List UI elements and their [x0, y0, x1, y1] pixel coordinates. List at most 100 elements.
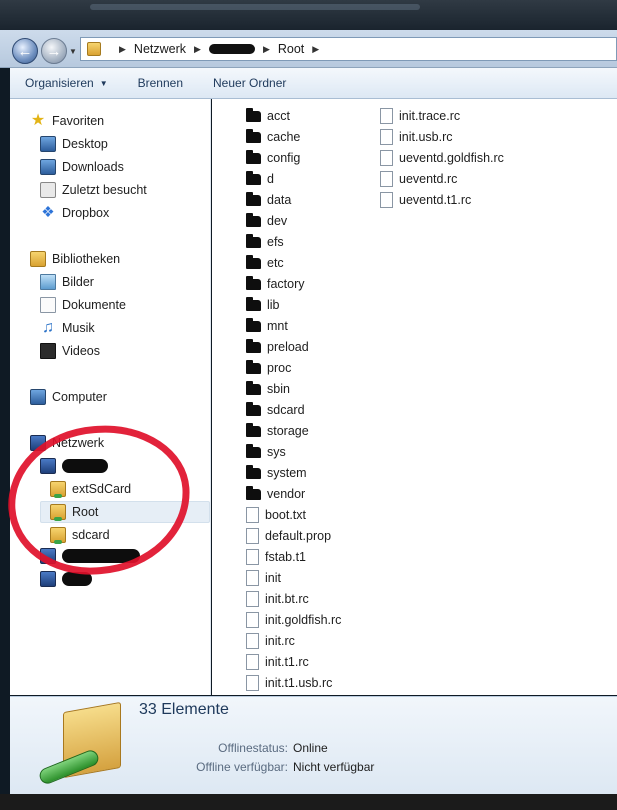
sidebar-item-sdcard[interactable]: sdcard: [50, 524, 110, 546]
download-icon: [40, 159, 56, 175]
redacted-device-name[interactable]: [208, 44, 255, 54]
folder-item[interactable]: data: [246, 189, 291, 210]
folder-item[interactable]: factory: [246, 273, 305, 294]
folder-item[interactable]: d: [246, 168, 274, 189]
sidebar-item-downloads[interactable]: Downloads: [40, 156, 124, 178]
folder-item[interactable]: storage: [246, 420, 309, 441]
offline-availability-value: Nicht verfügbar: [293, 760, 375, 774]
recent-pages-dropdown[interactable]: ▼: [69, 47, 77, 56]
sidebar-favorites-label: Favoriten: [52, 114, 105, 128]
folder-icon: [246, 423, 261, 437]
sidebar-item-root[interactable]: Root: [50, 501, 98, 523]
sidebar-favorites[interactable]: ★ Favoriten: [30, 110, 104, 132]
folder-item[interactable]: proc: [246, 357, 291, 378]
sidebar-item-extsdcard[interactable]: extSdCard: [50, 478, 131, 500]
command-bar: Organisieren ▼ Brennen Neuer Ordner: [10, 68, 617, 99]
folder-icon: [87, 42, 101, 56]
folder-item[interactable]: sys: [246, 441, 286, 462]
file-name: fstab.t1: [265, 549, 306, 564]
chevron-right-icon[interactable]: ▶: [312, 44, 319, 55]
file-item[interactable]: init.bt.rc: [246, 588, 309, 609]
sidebar-item-dropbox[interactable]: ❖ Dropbox: [40, 202, 109, 224]
shared-folder-icon: [50, 481, 66, 498]
back-button[interactable]: ←: [12, 38, 38, 64]
file-item[interactable]: ueventd.t1.rc: [380, 189, 471, 210]
file-name: preload: [267, 339, 309, 354]
file-item[interactable]: boot.txt: [246, 504, 306, 525]
file-list[interactable]: acct cache config d data dev efs etc fac…: [212, 99, 617, 695]
folder-icon: [246, 129, 261, 143]
file-icon: [380, 128, 393, 145]
file-item[interactable]: init.rc: [246, 630, 295, 651]
folder-item[interactable]: efs: [246, 231, 284, 252]
new-folder-button[interactable]: Neuer Ordner: [198, 68, 301, 98]
file-item[interactable]: init.goldfish.rc: [246, 609, 341, 630]
folder-icon: [246, 297, 261, 311]
folder-item[interactable]: cache: [246, 126, 300, 147]
folder-item[interactable]: lib: [246, 294, 280, 315]
file-item[interactable]: init.t1.rc: [246, 651, 309, 672]
folder-item[interactable]: vendor: [246, 483, 305, 504]
sidebar-computer[interactable]: Computer: [30, 386, 107, 408]
file-icon: [246, 506, 259, 523]
sidebar-libraries[interactable]: Bibliotheken: [30, 248, 120, 270]
folder-item[interactable]: mnt: [246, 315, 288, 336]
sidebar-item-redacted-device[interactable]: [40, 545, 140, 567]
sidebar-item-videos[interactable]: Videos: [40, 340, 100, 362]
folder-item[interactable]: system: [246, 462, 307, 483]
file-item[interactable]: ueventd.goldfish.rc: [380, 147, 504, 168]
sidebar-item-label: sdcard: [72, 528, 110, 542]
file-name: default.prop: [265, 528, 332, 543]
file-item[interactable]: default.prop: [246, 525, 331, 546]
folder-item[interactable]: sbin: [246, 378, 290, 399]
sidebar-item-redacted-device[interactable]: [40, 568, 92, 590]
sidebar-network[interactable]: Netzwerk: [30, 432, 104, 454]
file-name: boot.txt: [265, 507, 306, 522]
chevron-right-icon[interactable]: ▶: [263, 44, 270, 55]
forward-button[interactable]: →: [41, 38, 67, 64]
file-name: data: [267, 192, 292, 207]
folder-icon: [246, 171, 261, 185]
computer-icon: [30, 389, 46, 405]
burn-button[interactable]: Brennen: [123, 68, 198, 98]
folder-item[interactable]: etc: [246, 252, 284, 273]
sidebar-item-desktop[interactable]: Desktop: [40, 133, 108, 155]
sidebar-libraries-label: Bibliotheken: [52, 252, 121, 266]
sidebar-item-recent[interactable]: Zuletzt besucht: [40, 179, 147, 201]
breadcrumb-root[interactable]: Root: [278, 42, 304, 56]
file-name: init: [265, 570, 281, 585]
redacted-label: [62, 459, 108, 473]
sidebar-item-redacted-device[interactable]: [40, 455, 108, 477]
sidebar-item-pictures[interactable]: Bilder: [40, 271, 94, 293]
file-item[interactable]: init.trace.rc: [380, 105, 460, 126]
network-device-icon: [40, 571, 56, 587]
sidebar-item-label: Videos: [62, 344, 100, 358]
folder-item[interactable]: acct: [246, 105, 290, 126]
redacted-title: [90, 4, 420, 10]
file-item[interactable]: init: [246, 567, 281, 588]
address-bar[interactable]: ▶ Netzwerk ▶ ▶ Root ▶: [80, 37, 617, 61]
file-icon: [246, 548, 259, 565]
file-icon: [246, 653, 259, 670]
documents-icon: [40, 297, 56, 313]
file-item[interactable]: init.usb.rc: [380, 126, 453, 147]
breadcrumb-network[interactable]: Netzwerk: [134, 42, 186, 56]
folder-item[interactable]: dev: [246, 210, 287, 231]
folder-item[interactable]: preload: [246, 336, 309, 357]
sidebar-item-music[interactable]: ♫ Musik: [40, 317, 95, 339]
file-name: efs: [267, 234, 284, 249]
file-name: system: [267, 465, 307, 480]
folder-item[interactable]: sdcard: [246, 399, 305, 420]
offline-status-value: Online: [293, 741, 328, 755]
file-item[interactable]: init.t1.usb.rc: [246, 672, 332, 693]
file-icon: [380, 170, 393, 187]
file-item[interactable]: fstab.t1: [246, 546, 306, 567]
file-item[interactable]: ueventd.rc: [380, 168, 457, 189]
chevron-right-icon[interactable]: ▶: [194, 44, 201, 55]
organize-button[interactable]: Organisieren ▼: [10, 68, 123, 98]
chevron-right-icon[interactable]: ▶: [119, 44, 126, 55]
folder-icon: [246, 465, 261, 479]
sidebar-item-documents[interactable]: Dokumente: [40, 294, 126, 316]
folder-item[interactable]: config: [246, 147, 300, 168]
file-icon: [380, 107, 393, 124]
